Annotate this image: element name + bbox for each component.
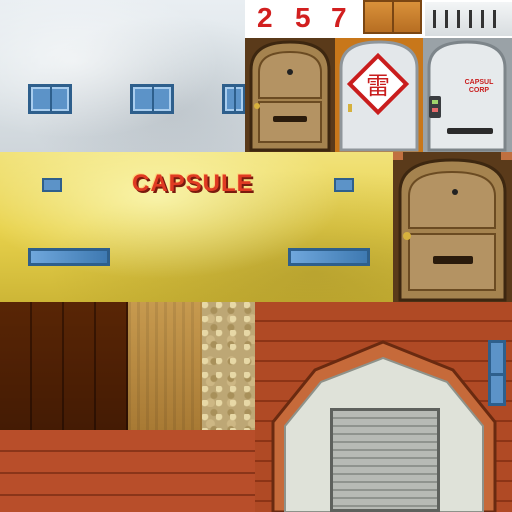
vent-slot-icon <box>493 10 496 28</box>
red-brick-texture <box>0 430 255 512</box>
digit-5: 5 <box>295 2 311 33</box>
window-icon <box>488 340 506 406</box>
capsule-corp-label-line1: CAPSUL <box>465 79 495 86</box>
wooden-door-texture <box>245 38 335 152</box>
window-icon <box>42 178 62 192</box>
capsule-corp-label-line2: CORP <box>469 87 490 94</box>
wood-planks-texture <box>0 302 128 430</box>
orange-brick-texture <box>363 0 422 34</box>
long-window-icon <box>28 248 110 266</box>
metal-door-texture: CAPSUL CORP <box>423 38 512 152</box>
vent-slot-icon <box>481 10 484 28</box>
garage-shutter-icon <box>330 408 440 512</box>
digit-2: 2 <box>257 2 273 33</box>
window-icon <box>334 178 354 192</box>
metal-door-icon: CAPSUL CORP <box>423 38 512 152</box>
wooden-door-icon <box>245 38 335 152</box>
vent-slot-icon <box>469 10 472 28</box>
sand-gravel-texture <box>202 302 255 430</box>
vent-grille-texture <box>425 2 512 36</box>
window-icon <box>130 84 174 114</box>
vent-slot-icon <box>457 10 460 28</box>
capsule-door-icon: 雷 <box>335 38 423 152</box>
yellow-wall-texture: CAPSULE <box>0 152 393 302</box>
window-icon <box>28 84 72 114</box>
vent-slot-icon <box>433 10 436 28</box>
long-window-icon <box>288 248 370 266</box>
white-wall-texture <box>0 0 245 152</box>
texture-atlas: 2 5 7 雷 CAPSUL CORP CAPSULE <box>0 0 512 512</box>
wooden-door-large-texture <box>393 152 512 302</box>
thunder-glyph: 雷 <box>366 72 390 100</box>
digit-7: 7 <box>331 2 347 33</box>
capsule-sign: CAPSULE <box>132 170 254 197</box>
capsule-door-texture: 雷 <box>335 38 423 152</box>
vent-slot-icon <box>445 10 448 28</box>
wooden-door-icon <box>393 152 512 302</box>
light-wood-texture <box>128 302 202 430</box>
window-icon <box>222 84 245 114</box>
barn-wall-texture <box>255 302 512 512</box>
digits-strip: 2 5 7 <box>245 0 512 38</box>
